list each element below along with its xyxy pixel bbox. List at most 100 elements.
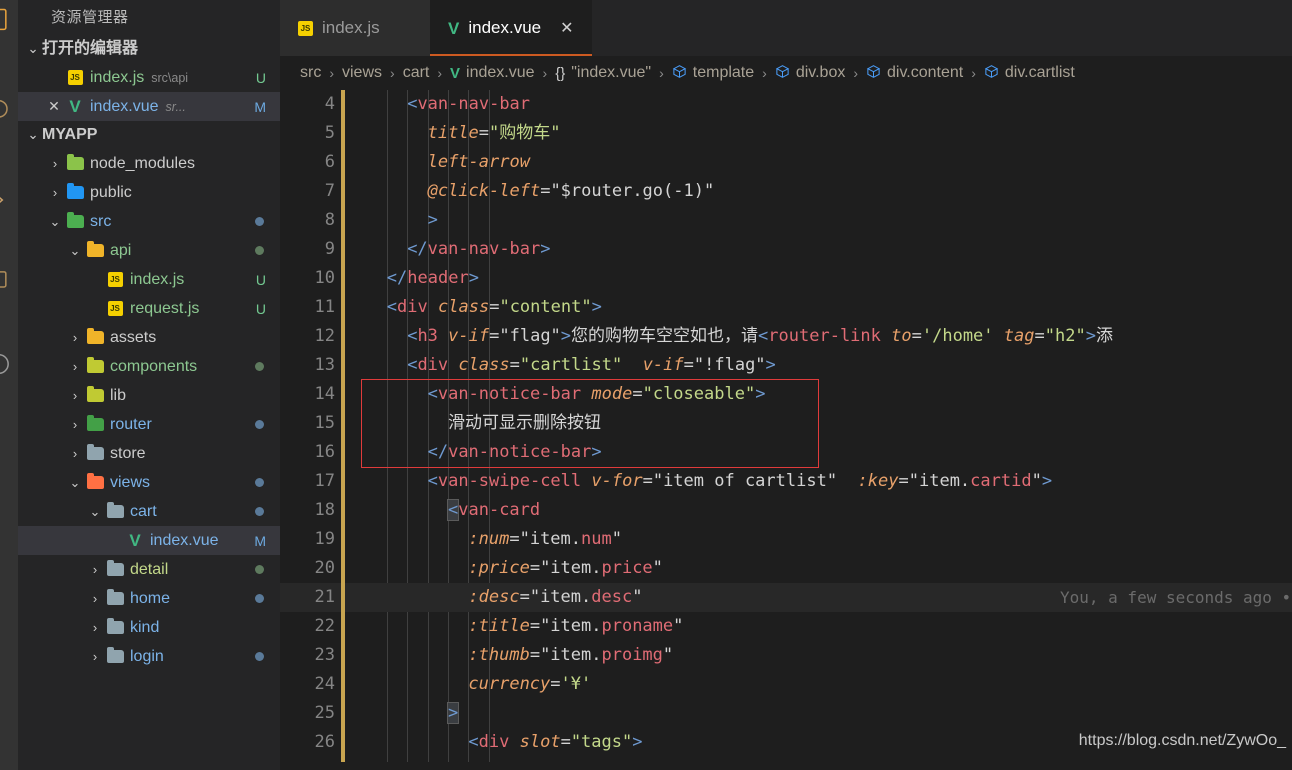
activity-bar[interactable]	[0, 0, 18, 770]
chevron-right-icon[interactable]: ›	[86, 591, 104, 606]
chevron-right-icon[interactable]: ›	[86, 562, 104, 577]
breadcrumb-item-div.cartlist[interactable]: div.cartlist	[984, 64, 1075, 83]
tree-item-index-vue[interactable]: Vindex.vue M	[18, 526, 280, 555]
tree-item-router[interactable]: › router	[18, 410, 280, 439]
code-token: >	[591, 442, 602, 462]
code-lines[interactable]: 4 <van-nav-bar 5 title="购物车" 6 left-arrow 7 @cl…	[280, 90, 1292, 770]
code-line[interactable]: 20:price="item.price"	[280, 554, 1292, 583]
code-line[interactable]: 17 <van-swipe-cell v-for="item of cartlis…	[280, 467, 1292, 496]
tree-item-kind[interactable]: › kind	[18, 613, 280, 642]
code-line[interactable]: 13 <div class="cartlist" v-if="!flag">	[280, 351, 1292, 380]
code-text: title="购物车"	[428, 119, 561, 148]
line-number: 18	[314, 500, 335, 520]
chevron-right-icon[interactable]: ›	[46, 156, 64, 171]
breadcrumb-item-index.vue[interactable]: Vindex.vue	[450, 64, 535, 82]
code-line[interactable]: 25 >	[280, 699, 1292, 728]
folder-src-icon	[64, 212, 86, 228]
close-icon[interactable]: ✕	[560, 18, 573, 38]
modified-dot-indicator	[255, 362, 264, 371]
breadcrumb-item--index.vue-[interactable]: {} "index.vue"	[555, 64, 651, 82]
code-line[interactable]: 19:num="item.num"	[280, 525, 1292, 554]
project-root-header[interactable]: ⌄ MYAPP	[18, 121, 280, 149]
tree-item-store[interactable]: › store	[18, 439, 280, 468]
code-line[interactable]: 4 <van-nav-bar	[280, 90, 1292, 119]
tree-item-login[interactable]: › login	[18, 642, 280, 671]
breadcrumb-item-div.box[interactable]: div.box	[775, 64, 845, 83]
code-line[interactable]: 23:thumb="item.proimg"	[280, 641, 1292, 670]
open-editors-section-header[interactable]: ⌄ 打开的编辑器	[18, 35, 280, 63]
code-token: cartid	[970, 471, 1032, 491]
tree-item-views[interactable]: ⌄ views	[18, 468, 280, 497]
code-line[interactable]: 11 <div class="content">	[280, 293, 1292, 322]
tree-item-detail[interactable]: › detail	[18, 555, 280, 584]
code-line[interactable]: 16 </van-notice-bar>	[280, 438, 1292, 467]
code-line[interactable]: 6 left-arrow	[280, 148, 1292, 177]
code-line[interactable]: 8 >	[280, 206, 1292, 235]
breadcrumb-item-src[interactable]: src	[300, 64, 321, 82]
breadcrumb-item-div.content[interactable]: div.content	[866, 64, 963, 83]
js-file-icon: JS	[298, 20, 313, 36]
tree-item-index-js[interactable]: JS index.js U	[18, 265, 280, 294]
modified-gutter-indicator	[341, 438, 345, 467]
run-debug-icon[interactable]	[0, 266, 14, 294]
chevron-right-icon[interactable]: ›	[66, 417, 84, 432]
code-line[interactable]: 18 <van-card	[280, 496, 1292, 525]
chevron-down-icon[interactable]: ⌄	[86, 504, 104, 520]
chevron-down-icon[interactable]: ⌄	[66, 243, 84, 259]
chevron-right-icon[interactable]: ›	[66, 446, 84, 461]
breadcrumb-separator: ›	[437, 65, 443, 81]
code-line[interactable]: 22:title="item.proname"	[280, 612, 1292, 641]
code-line[interactable]: 15 滑动可显示删除按钮	[280, 409, 1292, 438]
code-line[interactable]: 24 currency='¥'	[280, 670, 1292, 699]
code-line[interactable]: 21:desc="item.desc" You, a few seconds ag…	[280, 583, 1292, 612]
code-line[interactable]: 10 </header>	[280, 264, 1292, 293]
extensions-icon[interactable]	[0, 350, 14, 378]
chevron-right-icon[interactable]: ›	[86, 649, 104, 664]
code-line[interactable]: 9 </van-nav-bar>	[280, 235, 1292, 264]
breadcrumb[interactable]: src › views › cart › Vindex.vue › {} "index.vue" ›…	[280, 56, 1292, 90]
breadcrumb-item-cart[interactable]: cart	[403, 64, 430, 82]
files-explorer-icon[interactable]	[0, 6, 14, 34]
tree-item-assets[interactable]: › assets	[18, 323, 280, 352]
tree-item-public[interactable]: › public	[18, 178, 280, 207]
open-editor-item-index-js[interactable]: JS index.js src\api U	[18, 63, 280, 92]
js-file-icon: JS	[104, 272, 126, 287]
code-line[interactable]: 5 title="购物车"	[280, 119, 1292, 148]
chevron-right-icon[interactable]: ›	[66, 359, 84, 374]
breadcrumb-item-template[interactable]: template	[672, 64, 754, 83]
close-icon[interactable]: ✕	[44, 98, 64, 115]
source-control-icon[interactable]	[0, 186, 14, 214]
code-token: class	[458, 355, 510, 375]
tree-item-home[interactable]: › home	[18, 584, 280, 613]
tree-item-components[interactable]: › components	[18, 352, 280, 381]
code-viewport[interactable]: 4 <van-nav-bar 5 title="购物车" 6 left-arrow 7 @cl…	[280, 90, 1292, 770]
code-line[interactable]: 7 @click-left="$router.go(-1)"	[280, 177, 1292, 206]
tree-item-src[interactable]: ⌄ src	[18, 207, 280, 236]
folder-api-icon	[84, 241, 106, 257]
chevron-right-icon[interactable]: ›	[66, 330, 84, 345]
chevron-right-icon[interactable]: ›	[66, 388, 84, 403]
search-icon[interactable]	[0, 96, 14, 124]
tree-item-api[interactable]: ⌄ api	[18, 236, 280, 265]
tab-index-vue[interactable]: V index.vue ✕	[430, 0, 592, 56]
tab-index-js[interactable]: JS index.js	[280, 0, 430, 56]
bottom-strip	[280, 762, 1292, 770]
chevron-down-icon[interactable]: ⌄	[66, 475, 84, 491]
tree-item-lib[interactable]: › lib	[18, 381, 280, 410]
modified-dot-indicator	[255, 420, 264, 429]
tree-item-label: views	[110, 473, 151, 491]
breadcrumb-item-views[interactable]: views	[342, 64, 382, 82]
code-token: <	[427, 471, 438, 491]
chevron-right-icon[interactable]: ›	[86, 620, 104, 635]
tree-item-node-modules[interactable]: › node_modules	[18, 149, 280, 178]
code-line[interactable]: 12 <h3 v-if="flag">您的购物车空空如也，请<router-lin…	[280, 322, 1292, 351]
chevron-down-icon[interactable]: ⌄	[46, 214, 64, 230]
chevron-right-icon[interactable]: ›	[46, 185, 64, 200]
open-editor-item-index-vue[interactable]: ✕ V index.vue sr... M	[18, 92, 280, 121]
tree-item-request-js[interactable]: JS request.js U	[18, 294, 280, 323]
code-line[interactable]: 14 <van-notice-bar mode="closeable">	[280, 380, 1292, 409]
vue-file-icon: V	[69, 97, 81, 116]
code-token: to	[891, 326, 912, 346]
tree-item-cart[interactable]: ⌄ cart	[18, 497, 280, 526]
